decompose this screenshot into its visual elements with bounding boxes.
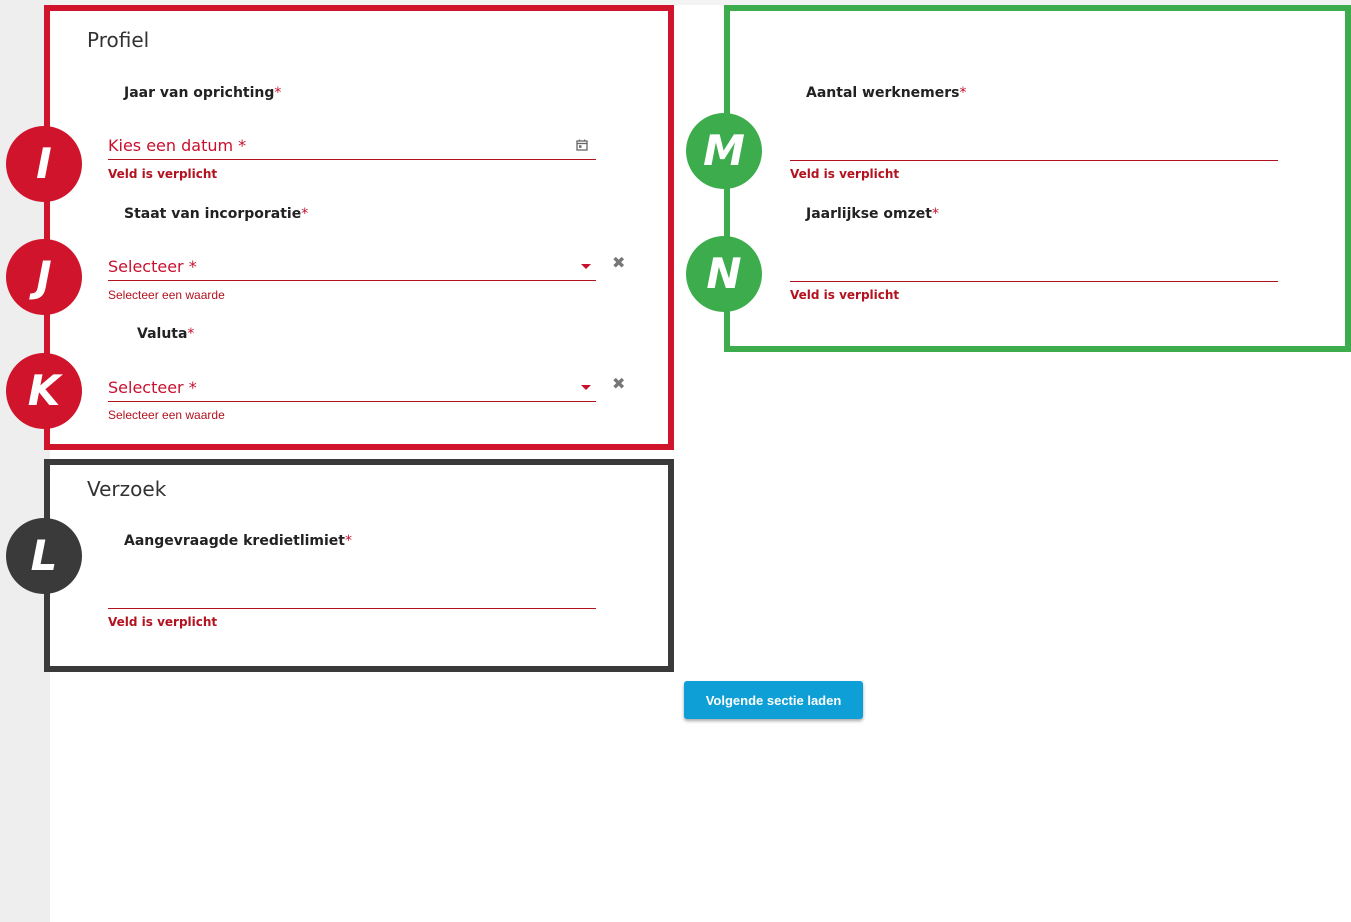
employees-input[interactable] (790, 136, 1278, 161)
marker-l: L (6, 518, 82, 594)
clear-icon[interactable]: ✖ (612, 256, 625, 272)
founding-year-placeholder: Kies een datum * (108, 136, 246, 155)
credit-limit-label: Aangevraagde kredietlimiet* (124, 533, 352, 549)
required-mark: * (274, 85, 282, 101)
currency-error: Selecteer een waarde (108, 408, 225, 422)
incorporation-state-label-text: Staat van incorporatie (124, 206, 302, 222)
currency-label: Valuta* (137, 326, 194, 342)
founding-year-date-input[interactable]: Kies een datum * (108, 135, 596, 160)
placeholder-required-mark: * (188, 257, 197, 276)
revenue-input[interactable] (790, 257, 1278, 282)
required-mark: * (931, 206, 939, 222)
dropdown-caret-icon[interactable] (581, 264, 591, 269)
verzoek-section-title: Verzoek (87, 477, 167, 501)
dropdown-caret-icon[interactable] (581, 385, 591, 390)
profiel-section-title: Profiel (87, 28, 150, 52)
currency-placeholder: Selecteer * (108, 378, 197, 397)
founding-year-error: Veld is verplicht (108, 167, 218, 181)
currency-placeholder-text: Selecteer (108, 378, 184, 397)
incorporation-state-placeholder: Selecteer * (108, 257, 197, 276)
employees-label: Aantal werknemers* (806, 85, 967, 101)
credit-limit-error: Veld is verplicht (108, 615, 218, 629)
required-mark: * (301, 206, 309, 222)
marker-m: M (686, 113, 762, 189)
incorporation-state-error: Selecteer een waarde (108, 288, 225, 302)
marker-j: J (6, 239, 82, 315)
required-mark: * (959, 85, 967, 101)
marker-i: I (6, 126, 82, 202)
calendar-icon[interactable] (576, 139, 588, 151)
revenue-label: Jaarlijkse omzet* (806, 206, 939, 222)
required-mark: * (187, 326, 195, 342)
placeholder-required-mark: * (188, 378, 197, 397)
employees-error: Veld is verplicht (790, 167, 900, 181)
credit-limit-label-text: Aangevraagde kredietlimiet (124, 533, 345, 549)
currency-label-text: Valuta (137, 326, 188, 342)
incorporation-state-select[interactable]: Selecteer * (108, 256, 596, 281)
clear-icon[interactable]: ✖ (612, 377, 625, 393)
marker-n: N (686, 236, 762, 312)
employees-label-text: Aantal werknemers (806, 85, 960, 101)
founding-year-label: Jaar van oprichting* (124, 85, 281, 101)
next-section-button[interactable]: Volgende sectie laden (684, 681, 863, 719)
founding-year-label-text: Jaar van oprichting (124, 85, 275, 101)
incorporation-state-label: Staat van incorporatie* (124, 206, 308, 222)
founding-year-placeholder-text: Kies een datum (108, 136, 234, 155)
currency-select[interactable]: Selecteer * (108, 377, 596, 402)
required-mark: * (345, 533, 352, 549)
credit-limit-input[interactable] (108, 584, 596, 609)
placeholder-required-mark: * (238, 136, 247, 155)
revenue-label-text: Jaarlijkse omzet (806, 206, 932, 222)
marker-k: K (6, 353, 82, 429)
incorporation-state-placeholder-text: Selecteer (108, 257, 184, 276)
revenue-error: Veld is verplicht (790, 288, 900, 302)
